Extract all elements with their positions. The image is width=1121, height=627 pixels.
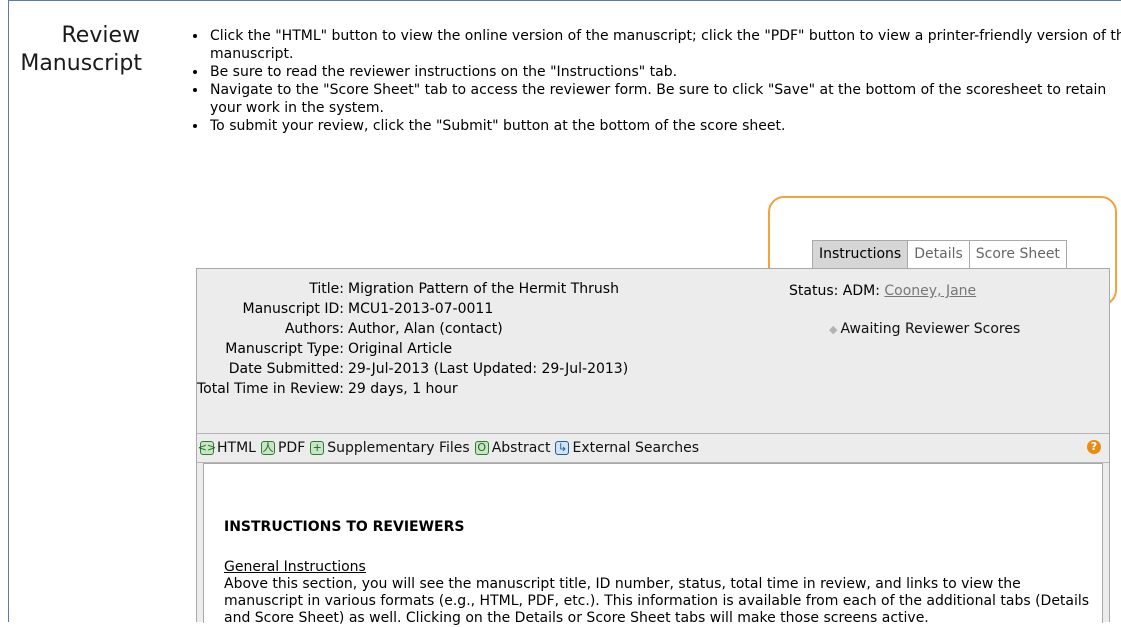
manuscript-authors: Author, Alan (contact) xyxy=(347,321,503,337)
status-label: Status: ADM: xyxy=(789,283,880,299)
external-searches-button[interactable]: ↳ External Searches xyxy=(555,435,699,461)
bullet-item: To submit your review, click the "Submit… xyxy=(208,117,1121,135)
heading-line-2: Manuscript xyxy=(20,51,142,76)
code-icon: <> xyxy=(197,441,217,455)
manuscript-id: MCU1-2013-07-0011 xyxy=(347,301,494,317)
abstract-button[interactable]: O Abstract xyxy=(474,435,551,461)
general-instructions-text: Above this section, you will see the man… xyxy=(224,576,1090,626)
authors-label: Authors: xyxy=(284,321,344,337)
pdf-button[interactable]: 人 PDF xyxy=(260,435,306,461)
pdf-label: PDF xyxy=(277,440,306,456)
pdf-icon: 人 xyxy=(260,441,275,455)
page-heading: Review Manuscript xyxy=(14,22,142,78)
date-submitted: 29-Jul-2013 (Last Updated: 29-Jul-2013) xyxy=(347,361,629,377)
manuscript-info-table: Title: Migration Pattern of the Hermit T… xyxy=(197,279,628,399)
diamond-icon: ◆ xyxy=(829,323,838,336)
instructions-title: INSTRUCTIONS TO REVIEWERS xyxy=(224,519,465,535)
instructions-content: INSTRUCTIONS TO REVIEWERS General Instru… xyxy=(203,463,1103,626)
status-line: Status: ADM: Cooney, Jane xyxy=(789,282,976,300)
info-row-title: Title: Migration Pattern of the Hermit T… xyxy=(197,279,628,299)
abstract-icon: O xyxy=(474,441,489,455)
abstract-label: Abstract xyxy=(491,440,551,456)
html-label: HTML xyxy=(217,440,256,456)
frame-top-border xyxy=(8,0,1121,1)
bullet-item: Navigate to the "Score Sheet" tab to acc… xyxy=(208,81,1121,117)
general-instructions-heading: General Instructions xyxy=(224,559,366,575)
external-label: External Searches xyxy=(572,440,700,456)
plus-icon: + xyxy=(310,441,325,455)
help-icon[interactable]: ? xyxy=(1087,440,1101,454)
tab-details[interactable]: Details xyxy=(907,240,970,268)
bullet-item: Be sure to read the reviewer instruction… xyxy=(208,63,1121,81)
admin-link[interactable]: Cooney, Jane xyxy=(884,283,976,299)
manuscript-panel: Title: Migration Pattern of the Hermit T… xyxy=(196,268,1110,626)
frame-left-border xyxy=(8,0,9,622)
external-link-icon: ↳ xyxy=(555,441,570,455)
manuscript-title: Migration Pattern of the Hermit Thrush xyxy=(347,281,619,297)
tab-score-sheet[interactable]: Score Sheet xyxy=(968,240,1067,268)
info-row-type: Manuscript Type: Original Article xyxy=(197,339,628,359)
info-row-time: Total Time in Review: 29 days, 1 hour xyxy=(197,379,628,399)
info-row-id: Manuscript ID: MCU1-2013-07-0011 xyxy=(197,299,628,319)
heading-line-1: Review xyxy=(61,23,141,48)
tab-instructions[interactable]: Instructions xyxy=(812,240,909,268)
time-label: Total Time in Review: xyxy=(197,381,344,397)
supplementary-label: Supplementary Files xyxy=(327,440,470,456)
bullet-item: Click the "HTML" button to view the onli… xyxy=(208,27,1121,63)
info-row-authors: Authors: Author, Alan (contact) xyxy=(197,319,628,339)
awaiting-text: Awaiting Reviewer Scores xyxy=(840,321,1021,337)
supplementary-files-button[interactable]: + Supplementary Files xyxy=(310,435,470,461)
id-label: Manuscript ID: xyxy=(242,301,344,317)
date-label: Date Submitted: xyxy=(228,361,344,377)
title-label: Title: xyxy=(309,281,344,297)
review-tabs: Instructions Details Score Sheet xyxy=(812,240,1067,268)
html-button[interactable]: <> HTML xyxy=(197,435,256,461)
instruction-bullets: Click the "HTML" button to view the onli… xyxy=(186,27,1121,135)
time-in-review: 29 days, 1 hour xyxy=(347,381,458,397)
info-row-date: Date Submitted: 29-Jul-2013 (Last Update… xyxy=(197,359,628,379)
manuscript-toolbar: <> HTML 人 PDF + Supplementary Files O Ab… xyxy=(197,433,1109,463)
status-badge: ◆ Awaiting Reviewer Scores xyxy=(829,320,1020,339)
manuscript-type: Original Article xyxy=(347,341,453,357)
type-label: Manuscript Type: xyxy=(225,341,344,357)
